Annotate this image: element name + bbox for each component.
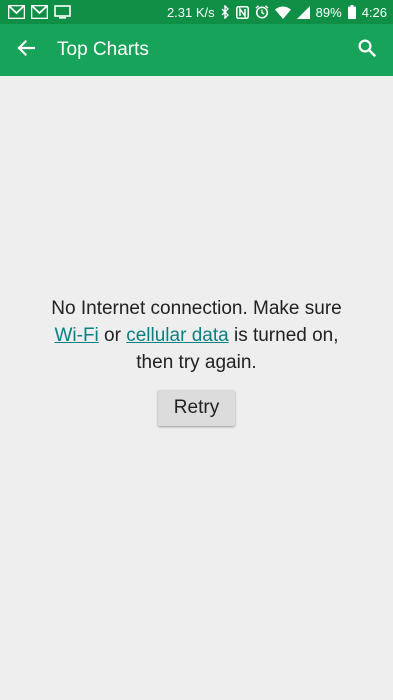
battery-percent: 89% bbox=[315, 4, 342, 20]
bluetooth-icon bbox=[221, 5, 230, 19]
gmail-icon bbox=[8, 5, 25, 19]
no-connection-message: No Internet connection. Make sure Wi-Fi … bbox=[20, 295, 373, 376]
cellular-data-link[interactable]: cellular data bbox=[126, 325, 228, 346]
message-line-1: No Internet connection. Make sure bbox=[51, 298, 342, 319]
message-line-3: then try again. bbox=[136, 352, 257, 373]
search-icon bbox=[358, 38, 376, 62]
retry-button[interactable]: Retry bbox=[158, 390, 235, 426]
wifi-icon bbox=[274, 6, 291, 19]
search-button[interactable] bbox=[341, 24, 393, 76]
nfc-icon bbox=[235, 5, 249, 19]
battery-icon bbox=[347, 5, 356, 19]
alarm-icon bbox=[255, 5, 269, 19]
signal-icon bbox=[296, 5, 310, 19]
app-bar: Top Charts bbox=[0, 24, 393, 76]
back-button[interactable] bbox=[0, 24, 52, 76]
gmail-icon bbox=[31, 5, 48, 19]
cast-icon bbox=[54, 5, 71, 19]
message-line-2-suffix: is turned on, bbox=[228, 325, 339, 346]
network-speed: 2.31 K/s bbox=[166, 4, 215, 20]
notification-icons bbox=[8, 5, 71, 19]
arrow-back-icon bbox=[17, 39, 36, 62]
page-title: Top Charts bbox=[57, 39, 149, 60]
wifi-settings-link[interactable]: Wi-Fi bbox=[54, 325, 98, 346]
message-or: or bbox=[98, 325, 127, 346]
content-area: No Internet connection. Make sure Wi-Fi … bbox=[0, 76, 393, 700]
clock: 4:26 bbox=[361, 4, 387, 20]
status-bar: 2.31 K/s 89% 4:26 bbox=[0, 0, 393, 24]
system-icons: 2.31 K/s 89% 4:26 bbox=[167, 5, 387, 20]
